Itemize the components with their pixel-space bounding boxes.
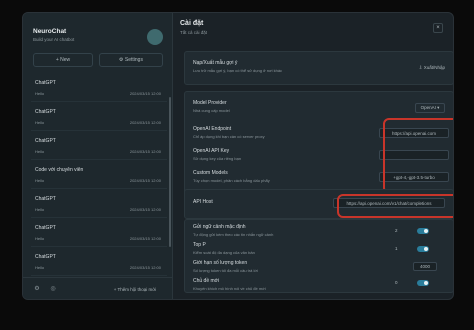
conversation-snippet: Hello <box>35 91 45 96</box>
settings-group-params: Gửi ngữ cảnh mặc định Tự động gửi kèm th… <box>184 219 453 293</box>
settings-group-host: API Host https://api.openai.com/v1/chat/… <box>184 189 453 219</box>
top-p-slider[interactable] <box>417 246 429 252</box>
conversation-snippet: Hello <box>35 207 45 212</box>
page-title: Cài đặt <box>180 20 204 27</box>
new-chat-button[interactable]: + New <box>33 53 93 67</box>
setting-label: Gửi ngữ cảnh mặc định <box>193 224 246 230</box>
app-subtitle: Build your AI chatbot <box>33 37 75 42</box>
conversation-snippet: Hello <box>35 120 45 125</box>
page-subtitle: Tất cả cài đặt <box>180 30 208 35</box>
list-item[interactable]: ChatGPT Hello 2024/03/15 12:00 <box>31 189 167 218</box>
setting-label: Top P <box>193 242 206 248</box>
conversation-snippet: Hello <box>35 265 45 270</box>
conversation-snippet: Hello <box>35 178 45 183</box>
context-value: 2 <box>395 228 398 233</box>
app-title: NeuroChat <box>33 28 67 35</box>
list-item[interactable]: ChatGPT Hello 2024/03/15 12:00 <box>31 131 167 160</box>
top-p-value: 1 <box>395 246 398 251</box>
list-item[interactable]: ChatGPT Hello 2024/03/15 12:00 <box>31 73 167 102</box>
conversation-date: 2024/03/15 12:00 <box>129 91 161 96</box>
setting-row-prompts: Nạp/Xuất mẫu gợi ý Lưu trữ mẫu gợi ý, bạ… <box>193 60 445 78</box>
export-import-button[interactable]: ⇩ Xuất/Nhập <box>405 63 445 73</box>
presence-slider[interactable] <box>417 280 429 286</box>
conversation-title: ChatGPT <box>35 138 56 144</box>
sidebar: NeuroChat Build your AI chatbot + New ⚙ … <box>23 13 173 299</box>
conversation-date: 2024/03/15 12:00 <box>129 265 161 270</box>
close-icon[interactable]: × <box>433 23 443 33</box>
setting-description: Nhà cung cấp model <box>193 108 230 113</box>
gear-icon[interactable]: ⚙ <box>33 285 41 293</box>
conversation-snippet: Hello <box>35 236 45 241</box>
setting-label: Giới hạn số lượng token <box>193 260 248 266</box>
avatar[interactable] <box>147 29 163 45</box>
setting-description: Tự động gửi kèm theo các tin nhắn ngữ cả… <box>193 232 274 237</box>
conversation-title: Code với chuyên viên <box>35 167 84 173</box>
conversation-date: 2024/03/15 12:00 <box>129 207 161 212</box>
conversation-title: ChatGPT <box>35 225 56 231</box>
list-item[interactable]: ChatGPT Hello 2024/03/15 12:00 <box>31 247 167 276</box>
conversation-title: ChatGPT <box>35 196 56 202</box>
add-conversation-button[interactable]: + Thêm hội thoại mới <box>105 283 165 295</box>
settings-group-prompts: Nạp/Xuất mẫu gợi ý Lưu trữ mẫu gợi ý, bạ… <box>184 51 453 85</box>
conversation-title: ChatGPT <box>35 254 56 260</box>
setting-description: Số lượng token tối đa mỗi câu trả lời <box>193 268 258 273</box>
model-provider-select[interactable]: OpenAI ▾ <box>415 103 445 113</box>
conversation-title: ChatGPT <box>35 80 56 86</box>
sidebar-footer: ⚙ ◎ + Thêm hội thoại mới <box>23 277 173 299</box>
setting-row-top-p: Top P Kiểm soát độ đa dạng của văn bản 1 <box>193 242 445 258</box>
list-item[interactable]: Code với chuyên viên Hello 2024/03/15 12:0… <box>31 160 167 189</box>
highlight-box <box>337 194 453 218</box>
settings-button[interactable]: ⚙ Settings <box>99 53 163 67</box>
presence-value: 0 <box>395 280 398 285</box>
settings-pane: Cài đặt Tất cả cài đặt × Nạp/Xuất mẫu gợ… <box>174 13 453 299</box>
sidebar-scrollbar[interactable] <box>169 97 171 247</box>
github-icon[interactable]: ◎ <box>49 285 57 293</box>
setting-row-presence: Chủ đề mới Khuyến khích mô hình nói về c… <box>193 278 445 292</box>
setting-label: Model Provider <box>193 100 227 106</box>
conversation-date: 2024/03/15 12:00 <box>129 178 161 183</box>
setting-description: Khuyến khích mô hình nói về chủ đề mới <box>193 286 266 291</box>
app-window: NeuroChat Build your AI chatbot + New ⚙ … <box>22 12 454 300</box>
conversation-date: 2024/03/15 12:00 <box>129 236 161 241</box>
max-tokens-input[interactable]: 4000 <box>413 262 437 271</box>
highlight-box <box>383 118 453 194</box>
setting-label: Chủ đề mới <box>193 278 220 284</box>
setting-description: Kiểm soát độ đa dạng của văn bản <box>193 250 255 255</box>
conversation-title: ChatGPT <box>35 109 56 115</box>
conversation-list: ChatGPT Hello 2024/03/15 12:00 ChatGPT Hell… <box>31 73 167 281</box>
setting-row-tokens: Giới hạn số lượng token Số lượng token t… <box>193 260 445 276</box>
list-item[interactable]: ChatGPT Hello 2024/03/15 12:00 <box>31 218 167 247</box>
list-item[interactable]: ChatGPT Hello 2024/03/15 12:00 <box>31 102 167 131</box>
conversation-date: 2024/03/15 12:00 <box>129 120 161 125</box>
settings-group-provider: Model Provider Nhà cung cấp model OpenAI… <box>184 91 453 197</box>
setting-row-provider: Model Provider Nhà cung cấp model OpenAI… <box>193 100 445 118</box>
conversation-date: 2024/03/15 12:00 <box>129 149 161 154</box>
conversation-snippet: Hello <box>35 149 45 154</box>
setting-row-context: Gửi ngữ cảnh mặc định Tự động gửi kèm th… <box>193 224 445 240</box>
context-toggle[interactable] <box>417 228 429 234</box>
